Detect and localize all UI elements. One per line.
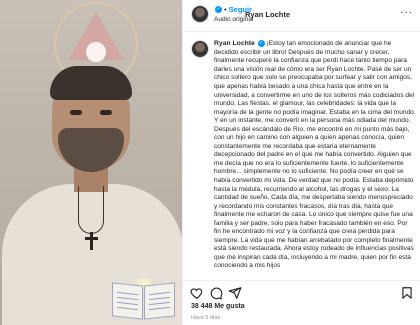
- audio-label[interactable]: Audio original: [214, 16, 253, 23]
- post-timestamp[interactable]: Hace 5 días: [191, 315, 220, 321]
- caption-author-avatar[interactable]: [191, 40, 209, 58]
- caption-author-name[interactable]: Ryan Lochte: [214, 40, 255, 47]
- action-bar: 38 448 Me gusta Hace 5 días: [183, 280, 420, 325]
- bookmark-icon[interactable]: [400, 286, 414, 300]
- cross-pendant-icon: [90, 232, 93, 250]
- verified-badge-icon: ✓: [215, 6, 222, 13]
- author-avatar[interactable]: [191, 5, 209, 23]
- cross-pendant-bar: [85, 237, 98, 240]
- post-header: Ryan Lochte ✓ • Seguir Audio original ··…: [183, 0, 420, 32]
- heart-icon[interactable]: [190, 286, 204, 300]
- caption-verified-badge-icon: ✓: [257, 40, 265, 47]
- person-hair: [50, 66, 132, 100]
- share-icon[interactable]: [228, 286, 242, 300]
- necklace-chain: [78, 186, 104, 234]
- likes-count[interactable]: 38 448 Me gusta: [191, 303, 245, 310]
- post-media[interactable]: [0, 0, 182, 325]
- more-options-icon[interactable]: ···: [400, 7, 413, 18]
- caption-body: ¡Estoy tan emocionado de anunciar que he…: [214, 40, 416, 270]
- person-eye-right: [100, 110, 112, 115]
- comment-icon[interactable]: [209, 286, 223, 300]
- post-panel: Ryan Lochte ✓ • Seguir Audio original ··…: [182, 0, 420, 325]
- person-beard: [58, 128, 124, 172]
- open-book-emoji-icon: [112, 278, 176, 320]
- header-line: Ryan Lochte ✓ • Seguir: [214, 5, 290, 19]
- caption-text: Ryan Lochte ✓ ¡Estoy tan emocionado de a…: [214, 40, 416, 271]
- background-circle-decoration: [86, 42, 106, 62]
- separator-dot: •: [224, 5, 227, 14]
- caption-block: Ryan Lochte ✓ ¡Estoy tan emocionado de a…: [183, 34, 420, 272]
- person-eye-left: [70, 110, 82, 115]
